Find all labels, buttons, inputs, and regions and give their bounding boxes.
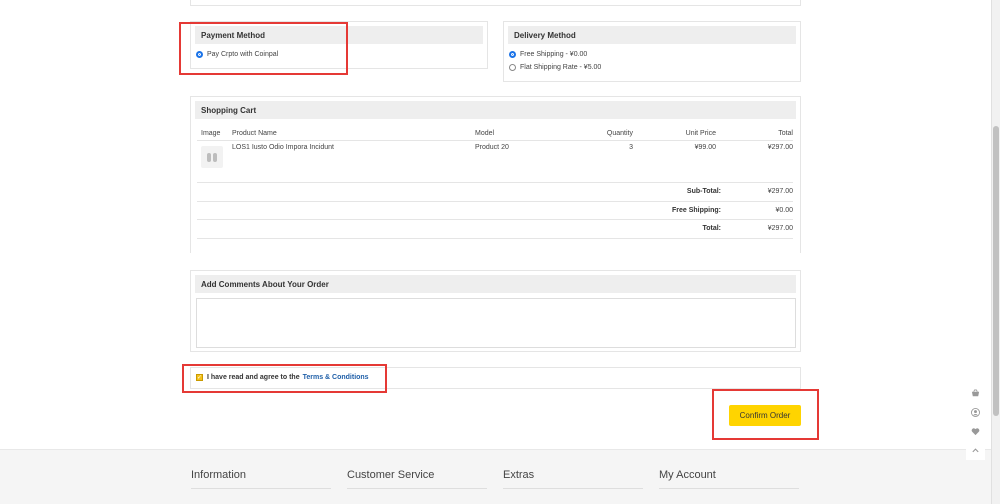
- payment-method-title: Payment Method: [195, 26, 483, 44]
- col-product-name: Product Name: [232, 130, 277, 137]
- table-row: LOS1 Iusto Odio Impora Incidunt Product …: [197, 141, 793, 183]
- site-footer: Information Customer Service Extras My A…: [0, 449, 991, 504]
- delivery-method-title: Delivery Method: [508, 26, 796, 44]
- footer-heading: My Account: [659, 469, 716, 481]
- col-unit-price: Unit Price: [685, 130, 716, 137]
- shopping-cart-panel: Shopping Cart Image Product Name Model Q…: [190, 96, 801, 253]
- checkout-page: Payment Method Pay Crpto with Coinpal De…: [0, 0, 1000, 504]
- terms-agreement-panel: ✓ I have read and agree to the Terms & C…: [190, 367, 801, 389]
- delivery-option-flat-rate[interactable]: Flat Shipping Rate - ¥5.00: [509, 61, 795, 74]
- comments-panel: Add Comments About Your Order: [190, 270, 801, 352]
- product-model: Product 20: [475, 144, 509, 151]
- footer-column-extras: Extras: [503, 469, 643, 489]
- cart-header-row: Image Product Name Model Quantity Unit P…: [197, 127, 793, 141]
- footer-divider: [347, 488, 487, 489]
- col-quantity: Quantity: [606, 130, 633, 137]
- radio-selected-icon[interactable]: [196, 51, 203, 58]
- vertical-scrollbar[interactable]: [991, 0, 1000, 504]
- subtotal-value: ¥297.00: [767, 188, 793, 195]
- product-unit-price: ¥99.00: [694, 144, 716, 151]
- product-total: ¥297.00: [767, 144, 793, 151]
- comments-title: Add Comments About Your Order: [195, 275, 796, 293]
- payment-method-panel: Payment Method Pay Crpto with Coinpal: [190, 21, 488, 69]
- terms-agreement: ✓ I have read and agree to the Terms & C…: [196, 374, 369, 381]
- terms-checkbox[interactable]: ✓: [196, 374, 203, 381]
- subtotal-label: Sub-Total:: [686, 188, 721, 195]
- shipping-label: Free Shipping:: [672, 206, 721, 214]
- footer-heading: Extras: [503, 469, 535, 481]
- shipping-value: ¥0.00: [775, 206, 793, 214]
- product-thumbnail[interactable]: [201, 146, 223, 168]
- account-icon[interactable]: [966, 403, 985, 422]
- footer-heading: Customer Service: [347, 469, 435, 481]
- floating-toolbar: [966, 384, 985, 460]
- product-name-link[interactable]: LOS1 Iusto Odio Impora Incidunt: [232, 144, 334, 151]
- confirm-order-button[interactable]: Confirm Order: [729, 405, 801, 426]
- payment-option-label: Pay Crpto with Coinpal: [207, 51, 279, 58]
- subtotal-row: Sub-Total: ¥297.00: [197, 183, 793, 202]
- footer-column-information: Information: [191, 469, 331, 489]
- comments-textarea[interactable]: [196, 298, 796, 348]
- delivery-option-label: Free Shipping - ¥0.00: [520, 51, 588, 58]
- footer-column-customer-service: Customer Service: [347, 469, 487, 489]
- delivery-option-free-shipping[interactable]: Free Shipping - ¥0.00: [509, 48, 795, 61]
- shopping-cart-title: Shopping Cart: [195, 101, 796, 119]
- col-image: Image: [201, 130, 221, 137]
- footer-divider: [191, 488, 331, 489]
- col-model: Model: [475, 130, 495, 137]
- delivery-option-label: Flat Shipping Rate - ¥5.00: [520, 64, 602, 71]
- delivery-method-panel: Delivery Method Free Shipping - ¥0.00 Fl…: [503, 21, 801, 82]
- radio-selected-icon[interactable]: [509, 51, 516, 58]
- footer-divider: [503, 488, 643, 489]
- terms-text: I have read and agree to the: [207, 374, 300, 381]
- terms-link[interactable]: Terms & Conditions: [303, 374, 369, 381]
- footer-heading: Information: [191, 469, 247, 481]
- cart-icon[interactable]: [966, 384, 985, 403]
- cart-table: Image Product Name Model Quantity Unit P…: [197, 127, 793, 239]
- radio-unselected-icon[interactable]: [509, 64, 516, 71]
- payment-option-coinpal[interactable]: Pay Crpto with Coinpal: [196, 48, 482, 61]
- total-value: ¥297.00: [767, 225, 793, 232]
- col-total: Total: [778, 130, 793, 137]
- back-to-top-icon[interactable]: [966, 441, 985, 460]
- product-quantity: 3: [629, 144, 633, 151]
- previous-panel-edge: [190, 0, 801, 6]
- shipping-row: Free Shipping: ¥0.00: [197, 202, 793, 220]
- footer-column-my-account: My Account: [659, 469, 799, 489]
- footer-divider: [659, 488, 799, 489]
- wishlist-heart-icon[interactable]: [966, 422, 985, 441]
- total-row: Total: ¥297.00: [197, 220, 793, 239]
- scrollbar-thumb[interactable]: [993, 126, 999, 416]
- total-label: Total:: [702, 225, 721, 232]
